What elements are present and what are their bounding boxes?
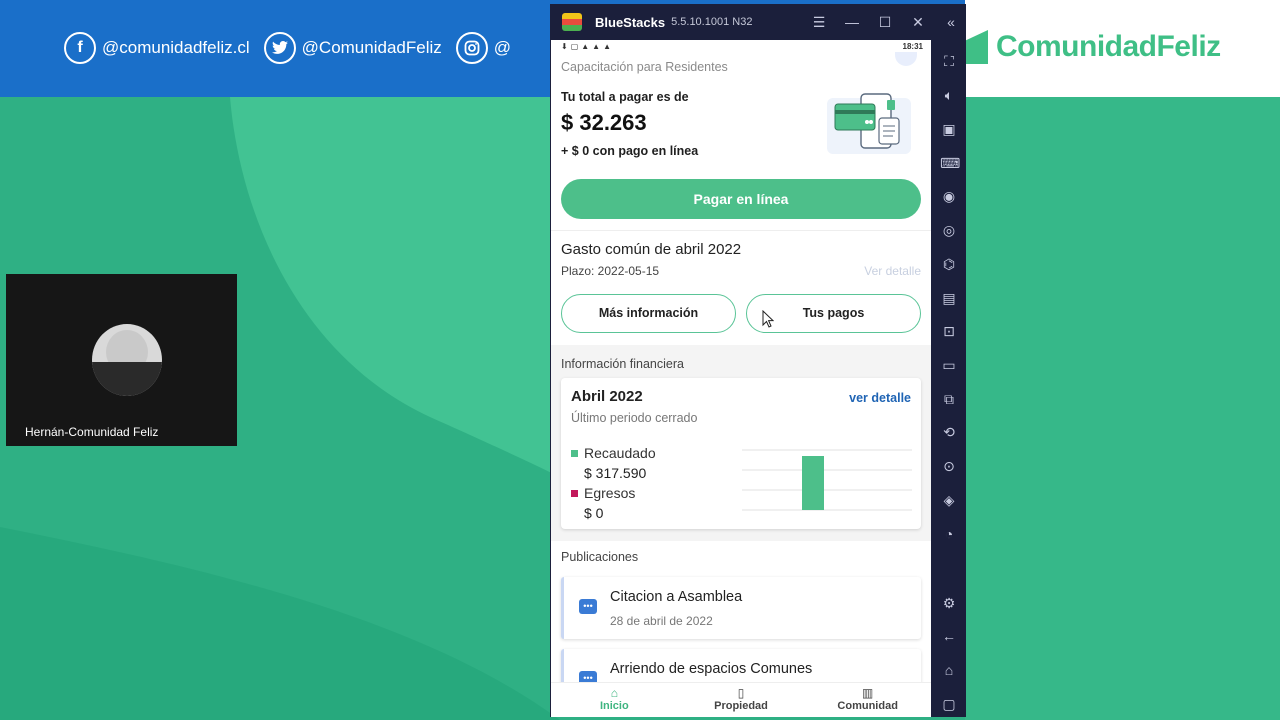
location-icon[interactable]: ⊙ <box>940 457 958 475</box>
nav-propiedad[interactable]: ▯ Propiedad <box>678 683 805 717</box>
folder-icon[interactable]: ▭ <box>940 356 958 374</box>
screenshot-icon[interactable]: ⊡ <box>940 322 958 340</box>
legend-recaudado: Recaudado <box>571 445 656 461</box>
bottom-navigation: ⌂ Inicio ▯ Propiedad ▥ Comunidad <box>551 682 931 717</box>
status-time: 18:31 <box>902 42 923 51</box>
period-subtitle: Último periodo cerrado <box>571 411 698 425</box>
legend-egresos: Egresos <box>571 485 635 501</box>
game-controls-icon[interactable]: ⌬ <box>940 255 958 273</box>
recaudado-swatch <box>571 449 578 457</box>
instagram-handle: @ <box>493 38 512 57</box>
status-bar: ⬇▢▲▲▲ 18:31 <box>551 40 931 54</box>
publication-card[interactable]: ••• Citacion a Asamblea 28 de abril de 2… <box>561 577 921 639</box>
pay-online-button[interactable]: Pagar en línea <box>561 179 921 219</box>
home-icon[interactable]: ⌂ <box>940 661 958 679</box>
bluestacks-sidebar: ⛶ 🔈︎ ▣ ⌨ ◉ ◎ ⌬ ▤ ⊡ ▭ ⧉ ⟲ ⊙ ◈ ◔ ⚙ ← ⌂ ▢ <box>931 40 966 717</box>
total-amount: $ 32.263 <box>561 110 647 135</box>
facebook-link[interactable]: f @comunidadfeliz.cl <box>64 32 250 64</box>
notification-icons: ⬇▢▲▲▲ <box>561 42 615 51</box>
facebook-icon: f <box>64 32 96 64</box>
twitter-icon <box>263 32 296 64</box>
maximize-icon[interactable]: ☐ <box>876 14 894 31</box>
publication-title: Citacion a Asamblea <box>610 589 743 605</box>
egresos-value: $ 0 <box>584 505 604 521</box>
chat-icon: ••• <box>579 599 597 614</box>
total-label: Tu total a pagar es de <box>561 90 689 104</box>
period-title: Abril 2022 <box>571 388 643 405</box>
nav-inicio[interactable]: ⌂ Inicio <box>551 683 678 717</box>
recent-apps-icon[interactable]: ▢ <box>940 695 958 713</box>
financial-card: Abril 2022 Último periodo cerrado ver de… <box>561 378 921 529</box>
volume-icon[interactable]: 🔈︎ <box>940 86 958 104</box>
android-screen: ⬇▢▲▲▲ 18:31 Capacitación para Residentes… <box>551 40 931 717</box>
nav-propiedad-label: Propiedad <box>714 700 768 712</box>
recaudado-label: Recaudado <box>584 445 656 461</box>
multi-instance-icon[interactable]: ⧉ <box>940 390 958 408</box>
bluestacks-logo-icon <box>562 13 582 31</box>
participant-name: Hernán-Comunidad Feliz <box>18 422 237 442</box>
nav-comunidad-label: Comunidad <box>837 700 898 712</box>
payment-illustration-icon <box>827 93 911 154</box>
social-links: f @comunidadfeliz.cl @ComunidadFeliz @ <box>64 32 511 64</box>
ver-detalle-link[interactable]: Ver detalle <box>864 264 921 278</box>
publication-date: 28 de abril de 2022 <box>610 614 713 628</box>
financial-header: Información financiera <box>561 357 684 371</box>
window-controls: ☰ — ☐ ✕ « <box>810 4 960 40</box>
twitter-handle: @ComunidadFeliz <box>301 38 442 57</box>
instagram-icon <box>455 32 488 64</box>
gasto-plazo: Plazo: 2022-05-15 <box>561 264 660 278</box>
participant-avatar <box>92 324 162 396</box>
bluestacks-titlebar: BlueStacks 5.5.10.1001 N32 ☰ — ☐ ✕ « <box>550 4 966 40</box>
gasto-title: Gasto común de abril 2022 <box>561 241 742 258</box>
bar-recaudado <box>802 456 824 510</box>
ver-detalle-finance-link[interactable]: ver detalle <box>849 391 911 405</box>
twitter-link[interactable]: @ComunidadFeliz <box>263 32 442 64</box>
financial-section: Información financiera Abril 2022 Último… <box>551 345 931 541</box>
nav-inicio-label: Inicio <box>599 700 629 712</box>
mouse-cursor-icon <box>762 310 774 328</box>
layers-icon[interactable]: ◈ <box>940 491 958 509</box>
bluestacks-title: BlueStacks <box>595 14 666 30</box>
instagram-link[interactable]: @ <box>455 32 512 64</box>
back-icon[interactable]: ← <box>940 627 958 645</box>
egresos-label: Egresos <box>584 485 636 501</box>
media-icon[interactable]: ▣ <box>940 120 958 138</box>
collapse-icon[interactable]: « <box>942 14 960 30</box>
bluestacks-version: 5.5.10.1001 N32 <box>671 16 753 28</box>
webcam-tile: Hernán-Comunidad Feliz <box>6 274 237 446</box>
brand-name: ComunidadFeliz <box>996 30 1221 63</box>
eco-mode-icon[interactable]: ◔ <box>940 525 958 543</box>
online-fee-text: + $ 0 con pago en línea <box>561 144 699 158</box>
menu-icon[interactable]: ☰ <box>810 14 828 31</box>
bluestacks-window: BlueStacks 5.5.10.1001 N32 ☰ — ☐ ✕ « ⛶ 🔈… <box>550 4 966 717</box>
egresos-swatch <box>571 489 578 497</box>
home-icon: ⌂ <box>610 686 618 700</box>
keyboard-icon[interactable]: ⌨ <box>940 154 960 172</box>
settings-icon[interactable]: ⚙ <box>940 594 958 612</box>
header-partial-text: Capacitación para Residentes <box>561 60 728 74</box>
door-icon: ▯ <box>737 686 745 700</box>
fullscreen-icon[interactable]: ⛶ <box>940 52 958 70</box>
divider <box>551 230 931 231</box>
nav-comunidad[interactable]: ▥ Comunidad <box>804 683 931 717</box>
recaudado-value: $ 317.590 <box>584 465 647 481</box>
close-icon[interactable]: ✕ <box>909 14 927 31</box>
rotate-icon[interactable]: ⟲ <box>940 423 958 441</box>
building-icon: ▥ <box>862 686 874 700</box>
facebook-handle: @comunidadfeliz.cl <box>102 38 250 57</box>
brand-logo: ComunidadFeliz <box>966 30 1221 64</box>
house-icon <box>966 30 988 64</box>
minimize-icon[interactable]: — <box>843 14 861 30</box>
mas-informacion-button[interactable]: Más información <box>561 294 736 333</box>
finance-bar-chart <box>742 449 912 511</box>
macro-icon[interactable]: ◉ <box>940 187 958 205</box>
publicaciones-header: Publicaciones <box>561 550 639 564</box>
profile-icon[interactable] <box>895 52 917 66</box>
publication-title: Arriendo de espacios Comunes <box>610 661 813 677</box>
sync-icon[interactable]: ◎ <box>940 221 958 239</box>
apk-icon[interactable]: ▤ <box>940 289 958 307</box>
